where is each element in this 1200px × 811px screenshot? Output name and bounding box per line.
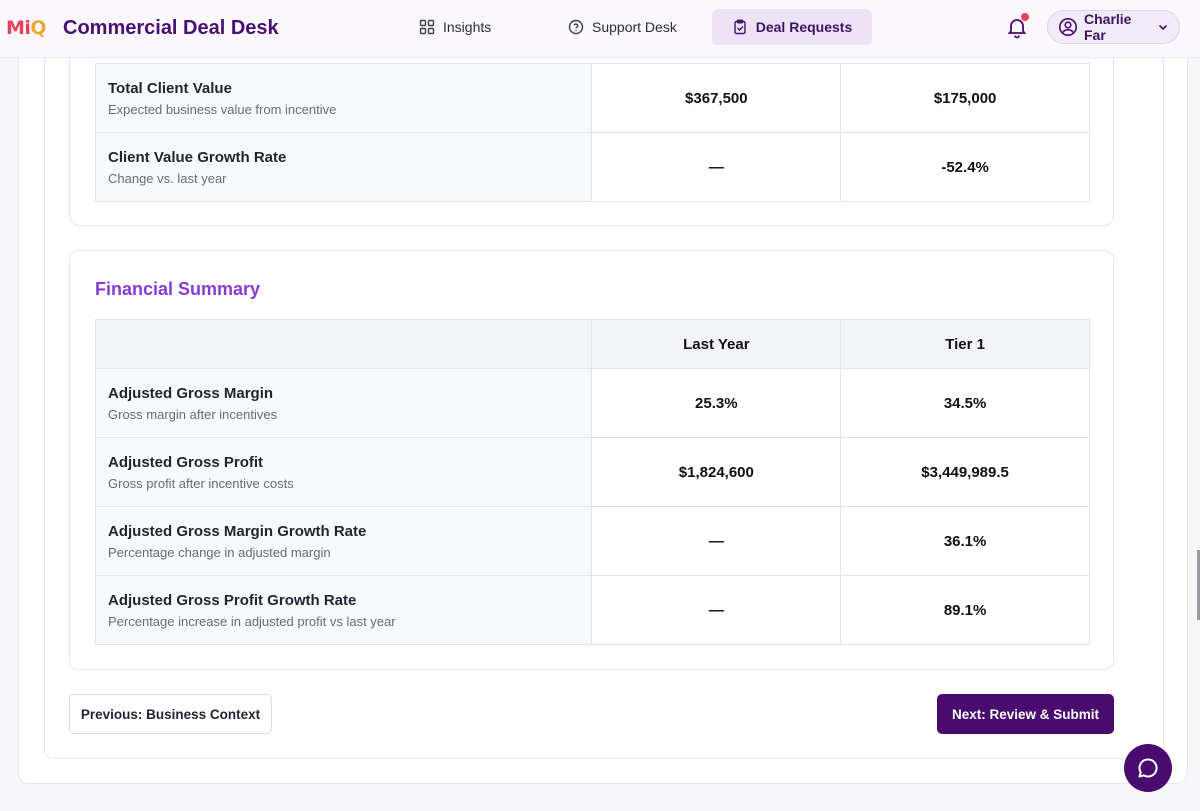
table-row: Adjusted Gross Margin Gross margin after… [94,368,1090,438]
last-year-value: — [591,575,842,645]
row-subtitle: Percentage increase in adjusted profit v… [108,613,396,629]
miq-logo[interactable]: MiQ [6,14,47,42]
row-subtitle: Expected business value from incentive [108,101,337,117]
section-title: Financial Summary [95,279,261,299]
chevron-down-icon [1158,24,1168,31]
row-title: Client Value Growth Rate [108,148,287,166]
user-menu[interactable]: Charlie Far [1047,10,1180,44]
user-name: Charlie Far [1084,11,1132,43]
help-circle-icon [568,19,584,35]
notification-dot [1021,13,1029,21]
table-row: Client Value Growth Rate Change vs. last… [94,132,1090,202]
chat-bubble-icon [1138,758,1158,778]
row-title: Adjusted Gross Profit Growth Rate [108,591,357,609]
user-circle-icon [1059,18,1077,36]
last-year-value: $367,500 [591,63,842,133]
row-title: Adjusted Gross Margin [108,384,274,402]
nav-insights-label: Insights [443,19,492,35]
app-title: Commercial Deal Desk [63,17,279,39]
top-navigation-bar: MiQ Commercial Deal Desk Insights Suppor… [0,0,1200,58]
row-label-cell: Adjusted Gross Margin Growth Rate Percen… [94,506,593,576]
tier1-value: 89.1% [840,575,1090,645]
table-row: Adjusted Gross Margin Growth Rate Percen… [94,506,1090,576]
tier1-value: -52.4% [840,132,1090,202]
table-row: Adjusted Gross Profit Gross profit after… [94,437,1090,507]
row-title: Total Client Value [108,79,232,97]
tier1-value: $175,000 [840,63,1090,133]
row-subtitle: Gross profit after incentive costs [108,475,294,491]
last-year-value: 25.3% [591,368,842,438]
last-year-value: $1,824,600 [591,437,842,507]
row-title: Adjusted Gross Profit [108,453,264,471]
row-label-cell: Adjusted Gross Profit Growth Rate Percen… [94,575,593,645]
row-subtitle: Change vs. last year [108,170,227,186]
nav-deals-label: Deal Requests [755,19,853,35]
row-label-cell: Adjusted Gross Margin Gross margin after… [94,368,593,438]
tier1-value: 36.1% [840,506,1090,576]
nav-insights[interactable]: Insights [405,9,505,45]
grid-icon [419,19,435,35]
row-label-cell: Total Client Value Expected business val… [94,63,593,133]
row-label-cell: Client Value Growth Rate Change vs. last… [94,132,593,202]
notifications-button[interactable] [1005,13,1029,39]
financial-summary-table: Last Year Tier 1 Adjusted Gross Margin G… [94,319,1090,645]
table-row: Adjusted Gross Profit Growth Rate Percen… [94,575,1090,645]
tier1-value: 34.5% [840,368,1090,438]
row-subtitle: Gross margin after incentives [108,406,278,422]
nav-deal-requests[interactable]: Deal Requests [712,9,872,45]
previous-button[interactable]: Previous: Business Context [69,694,272,734]
client-value-table: Total Client Value Expected business val… [94,63,1090,202]
clipboard-icon [734,19,746,35]
row-subtitle: Percentage change in adjusted margin [108,544,331,560]
next-button[interactable]: Next: Review & Submit [937,694,1114,734]
table-header-row: Last Year Tier 1 [94,319,1090,369]
table-row: Total Client Value Expected business val… [94,63,1090,133]
column-header-last-year: Last Year [591,319,842,369]
last-year-value: — [591,506,842,576]
row-label-cell: Adjusted Gross Profit Gross profit after… [94,437,593,507]
nav-support-label: Support Desk [592,19,677,35]
last-year-value: — [591,132,842,202]
row-title: Adjusted Gross Margin Growth Rate [108,522,367,540]
tier1-value: $3,449,989.5 [840,437,1090,507]
chat-button[interactable] [1124,744,1172,792]
column-header-tier1: Tier 1 [840,319,1090,369]
column-header [94,319,593,369]
financial-summary-section: Financial Summary Last Year Tier 1 Adjus… [69,250,1114,670]
nav-support-desk[interactable]: Support Desk [554,9,691,45]
